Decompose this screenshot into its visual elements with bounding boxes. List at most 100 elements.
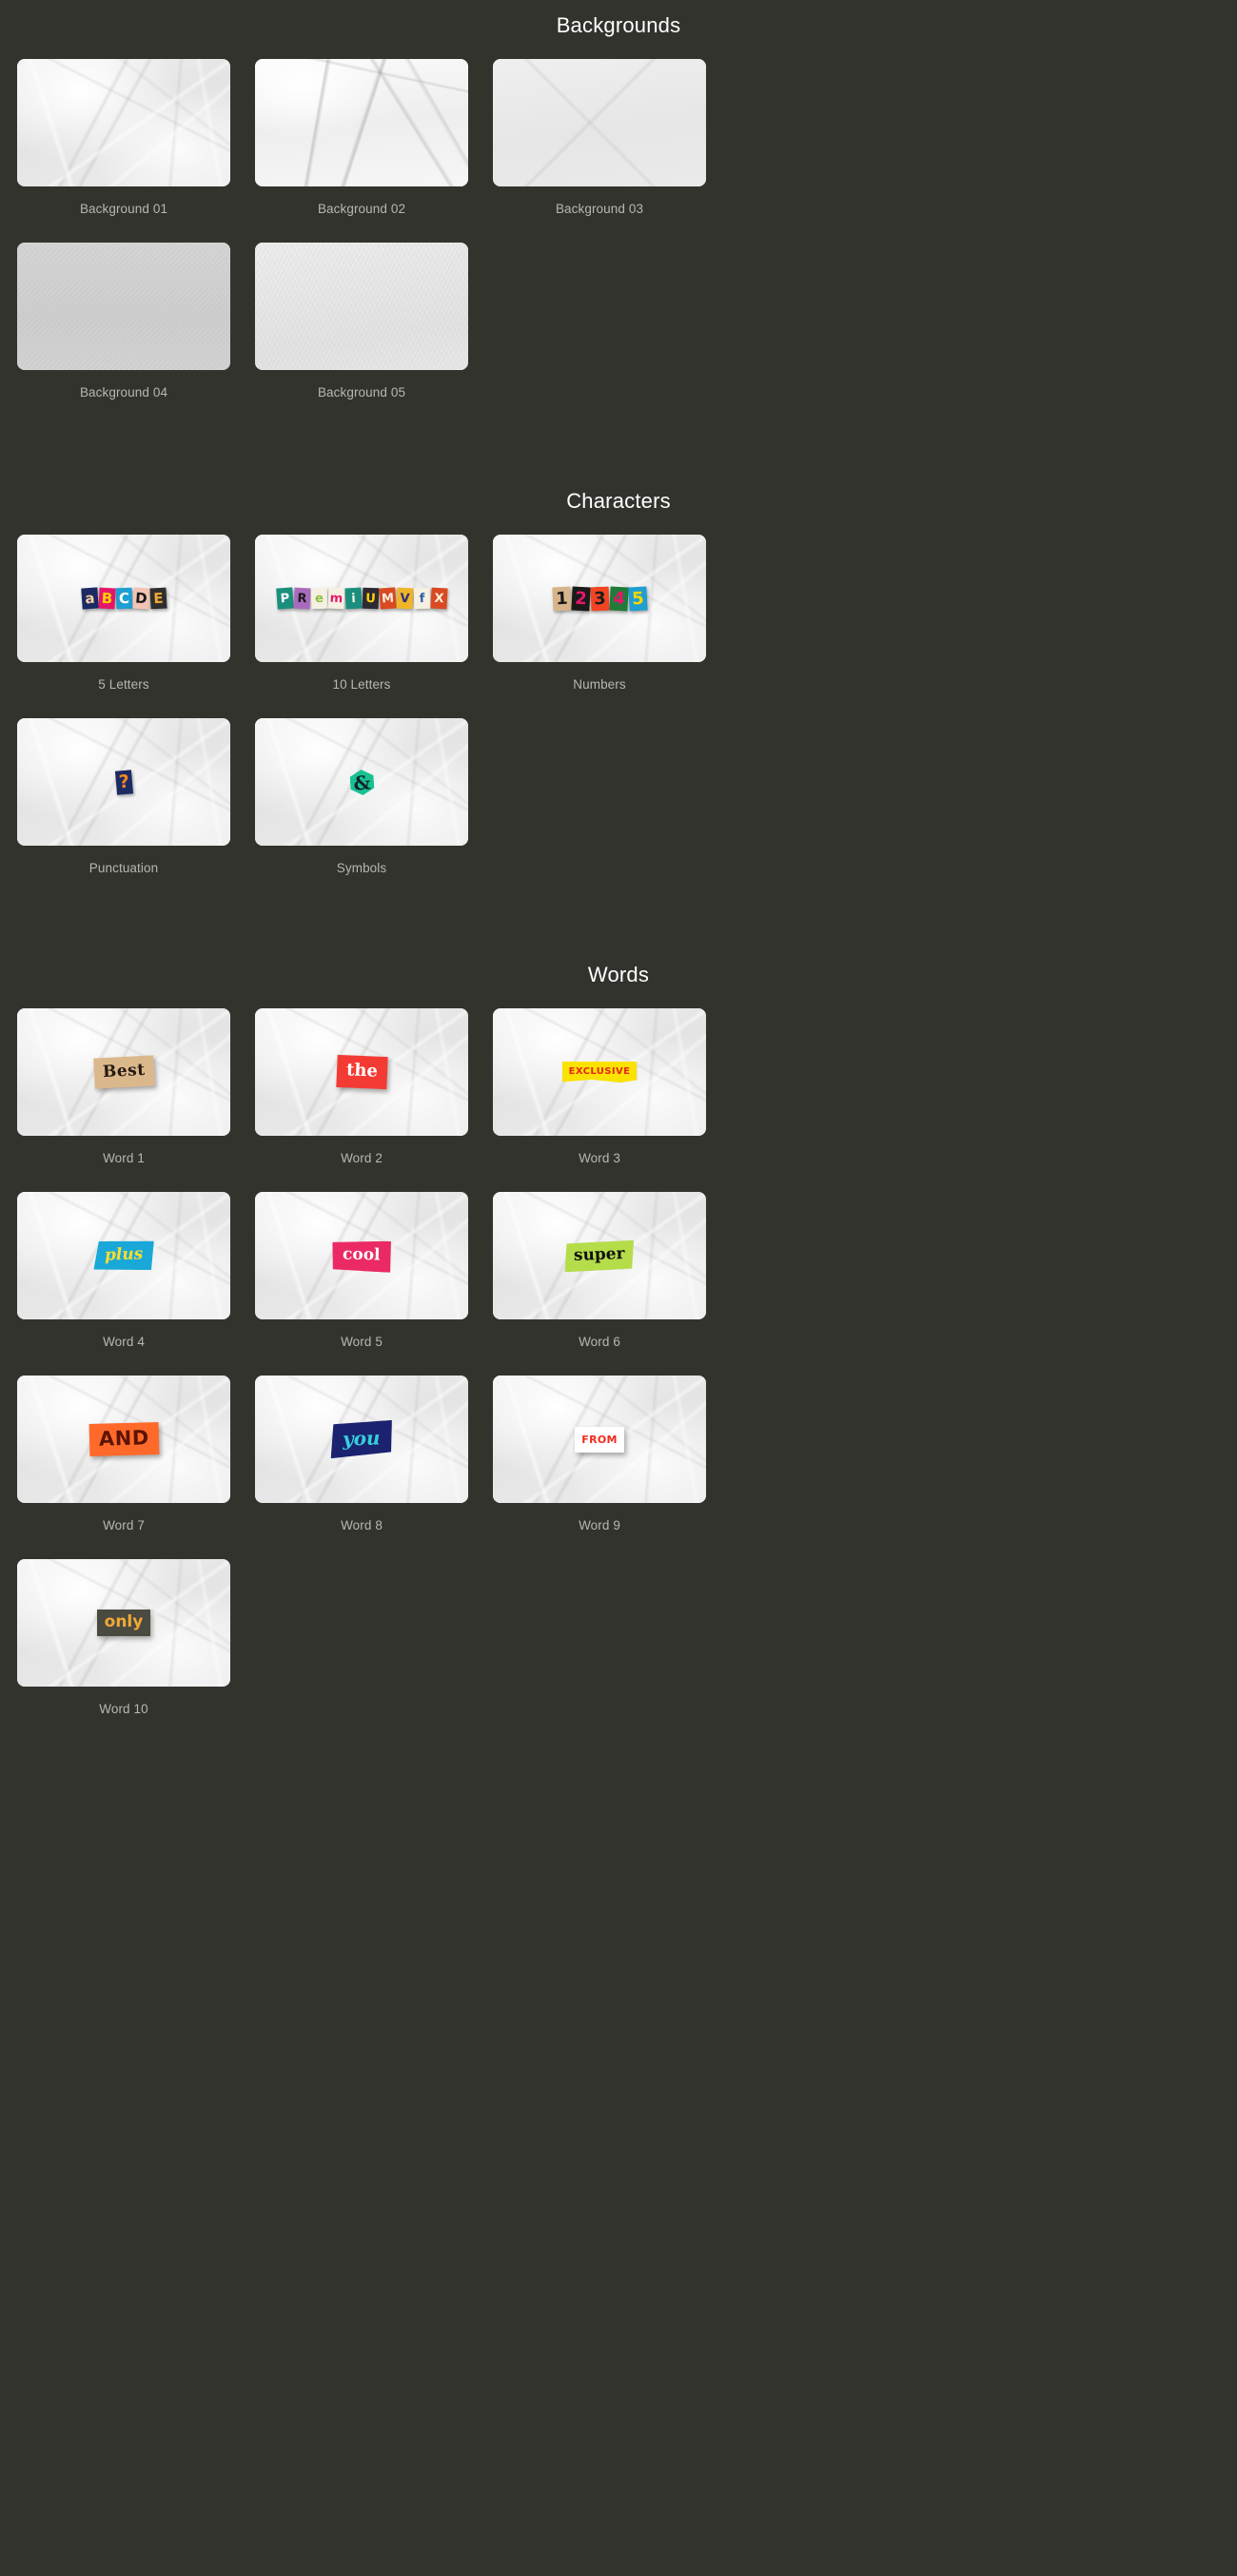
section-title-backgrounds: Backgrounds (556, 13, 681, 37)
asset-card[interactable]: Background 04 (17, 243, 230, 413)
letter-tile: 2 (570, 586, 591, 611)
asset-card[interactable]: only Word 10 (17, 1559, 230, 1729)
asset-thumbnail[interactable]: Best (17, 1008, 230, 1136)
ransom-letters: & (255, 718, 468, 846)
asset-card[interactable]: & Symbols (255, 718, 468, 888)
asset-thumbnail[interactable]: 12345 (493, 535, 706, 662)
word-cutout: cool (255, 1192, 468, 1319)
asset-thumbnail[interactable]: the (255, 1008, 468, 1136)
asset-card[interactable]: ? Punctuation (17, 718, 230, 888)
asset-thumbnail[interactable]: FROM (493, 1376, 706, 1503)
letter-tile: E (148, 587, 167, 610)
asset-caption: Word 5 (341, 1335, 383, 1349)
asset-caption: Word 10 (99, 1702, 148, 1716)
asset-thumbnail[interactable]: cool (255, 1192, 468, 1319)
asset-caption: Background 02 (317, 202, 406, 216)
asset-thumbnail[interactable]: EXCLUSIVE (493, 1008, 706, 1136)
paper-texture (17, 243, 230, 370)
letter-tile: i (344, 587, 363, 610)
asset-thumbnail[interactable] (17, 243, 230, 370)
asset-thumbnail[interactable]: & (255, 718, 468, 846)
word-cutout: only (17, 1559, 230, 1687)
letter-tile: C (115, 587, 132, 610)
word-cutout: you (255, 1376, 468, 1503)
asset-caption: Punctuation (88, 861, 159, 875)
word-chip: cool (332, 1239, 391, 1273)
asset-caption: Background 03 (555, 202, 644, 216)
letter-tile: 4 (608, 586, 629, 611)
paper-texture (255, 243, 468, 370)
word-chip: FROM (575, 1426, 624, 1453)
asset-caption: Word 1 (103, 1151, 145, 1165)
asset-card[interactable]: 1 2 3 4 5 Numbers (493, 535, 706, 705)
asset-thumbnail[interactable]: ? (17, 718, 230, 846)
letter-tile: e (310, 587, 327, 610)
word-cutout: AND (17, 1376, 230, 1503)
asset-thumbnail[interactable]: AND (17, 1376, 230, 1503)
asset-thumbnail[interactable]: PRemiUMVfX (255, 535, 468, 662)
asset-browser: Backgrounds Background 01 Background 02 Ba… (0, 0, 1237, 1762)
word-chip: EXCLUSIVE (561, 1062, 638, 1083)
asset-thumbnail[interactable] (17, 59, 230, 186)
asset-card[interactable]: Background 03 (493, 59, 706, 229)
asset-thumbnail[interactable]: aBCDE (17, 535, 230, 662)
section-words: Words Best Word 1 the Word 2 EXCLUSIVE Word 3… (0, 963, 1237, 1743)
section-backgrounds: Backgrounds Background 01 Background 02 Ba… (0, 0, 1237, 426)
asset-card[interactable]: EXCLUSIVE Word 3 (493, 1008, 706, 1179)
asset-card[interactable]: P Re m i U M Vf X 10 Letters (255, 535, 468, 705)
grid-characters: aBCDE 5 Letters P Re m i U M Vf X 10 Letters 1 2 3 4 5 N… (0, 535, 1237, 902)
letter-tile: a (80, 587, 99, 610)
asset-caption: Background 01 (79, 202, 168, 216)
asset-card[interactable]: Background 02 (255, 59, 468, 229)
asset-caption: Symbols (336, 861, 387, 875)
ransom-letters: ? (17, 718, 230, 846)
asset-thumbnail[interactable]: super (493, 1192, 706, 1319)
asset-card[interactable]: FROM Word 9 (493, 1376, 706, 1546)
letter-tile: P (275, 587, 294, 610)
word-cutout: EXCLUSIVE (493, 1008, 706, 1136)
word-chip: super (564, 1239, 636, 1272)
asset-card[interactable]: Background 05 (255, 243, 468, 413)
grid-backgrounds: Background 01 Background 02 Background 03 B… (0, 59, 1237, 426)
asset-card[interactable]: plus Word 4 (17, 1192, 230, 1362)
letter-tile: 1 (551, 586, 572, 611)
ransom-letters: 12345 (493, 535, 706, 662)
paper-texture (255, 59, 468, 186)
asset-thumbnail[interactable] (255, 243, 468, 370)
asset-caption: 10 Letters (332, 677, 391, 692)
asset-caption: Background 05 (317, 385, 406, 400)
asset-caption: Word 4 (103, 1335, 145, 1349)
asset-card[interactable]: cool Word 5 (255, 1192, 468, 1362)
letter-tile: X (429, 587, 448, 610)
asset-card[interactable]: the Word 2 (255, 1008, 468, 1179)
asset-thumbnail[interactable]: you (255, 1376, 468, 1503)
asset-thumbnail[interactable]: only (17, 1559, 230, 1687)
word-chip: the (335, 1054, 388, 1090)
asset-card[interactable]: aBCDE 5 Letters (17, 535, 230, 705)
letter-tile: M (378, 587, 397, 610)
asset-card[interactable]: Background 01 (17, 59, 230, 229)
asset-card[interactable]: AND Word 7 (17, 1376, 230, 1546)
letter-tile: B (97, 587, 116, 610)
word-chip: you (330, 1420, 394, 1458)
word-chip: AND (88, 1422, 159, 1456)
letter-tile: m (326, 587, 345, 610)
asset-caption: Background 04 (79, 385, 168, 400)
paper-texture (493, 59, 706, 186)
word-chip: plus (92, 1239, 154, 1272)
letter-tile: 3 (590, 586, 609, 611)
asset-thumbnail[interactable] (255, 59, 468, 186)
asset-caption: 5 Letters (98, 677, 149, 692)
asset-card[interactable]: you Word 8 (255, 1376, 468, 1546)
asset-caption: Numbers (573, 677, 626, 692)
letter-tile: V (395, 587, 414, 610)
letter-tile: f (413, 587, 430, 610)
asset-card[interactable]: Best Word 1 (17, 1008, 230, 1179)
asset-card[interactable]: super Word 6 (493, 1192, 706, 1362)
word-cutout: the (255, 1008, 468, 1136)
asset-thumbnail[interactable] (493, 59, 706, 186)
asset-caption: Word 3 (579, 1151, 620, 1165)
letter-tile: D (131, 587, 150, 610)
asset-thumbnail[interactable]: plus (17, 1192, 230, 1319)
word-chip: only (96, 1610, 151, 1636)
